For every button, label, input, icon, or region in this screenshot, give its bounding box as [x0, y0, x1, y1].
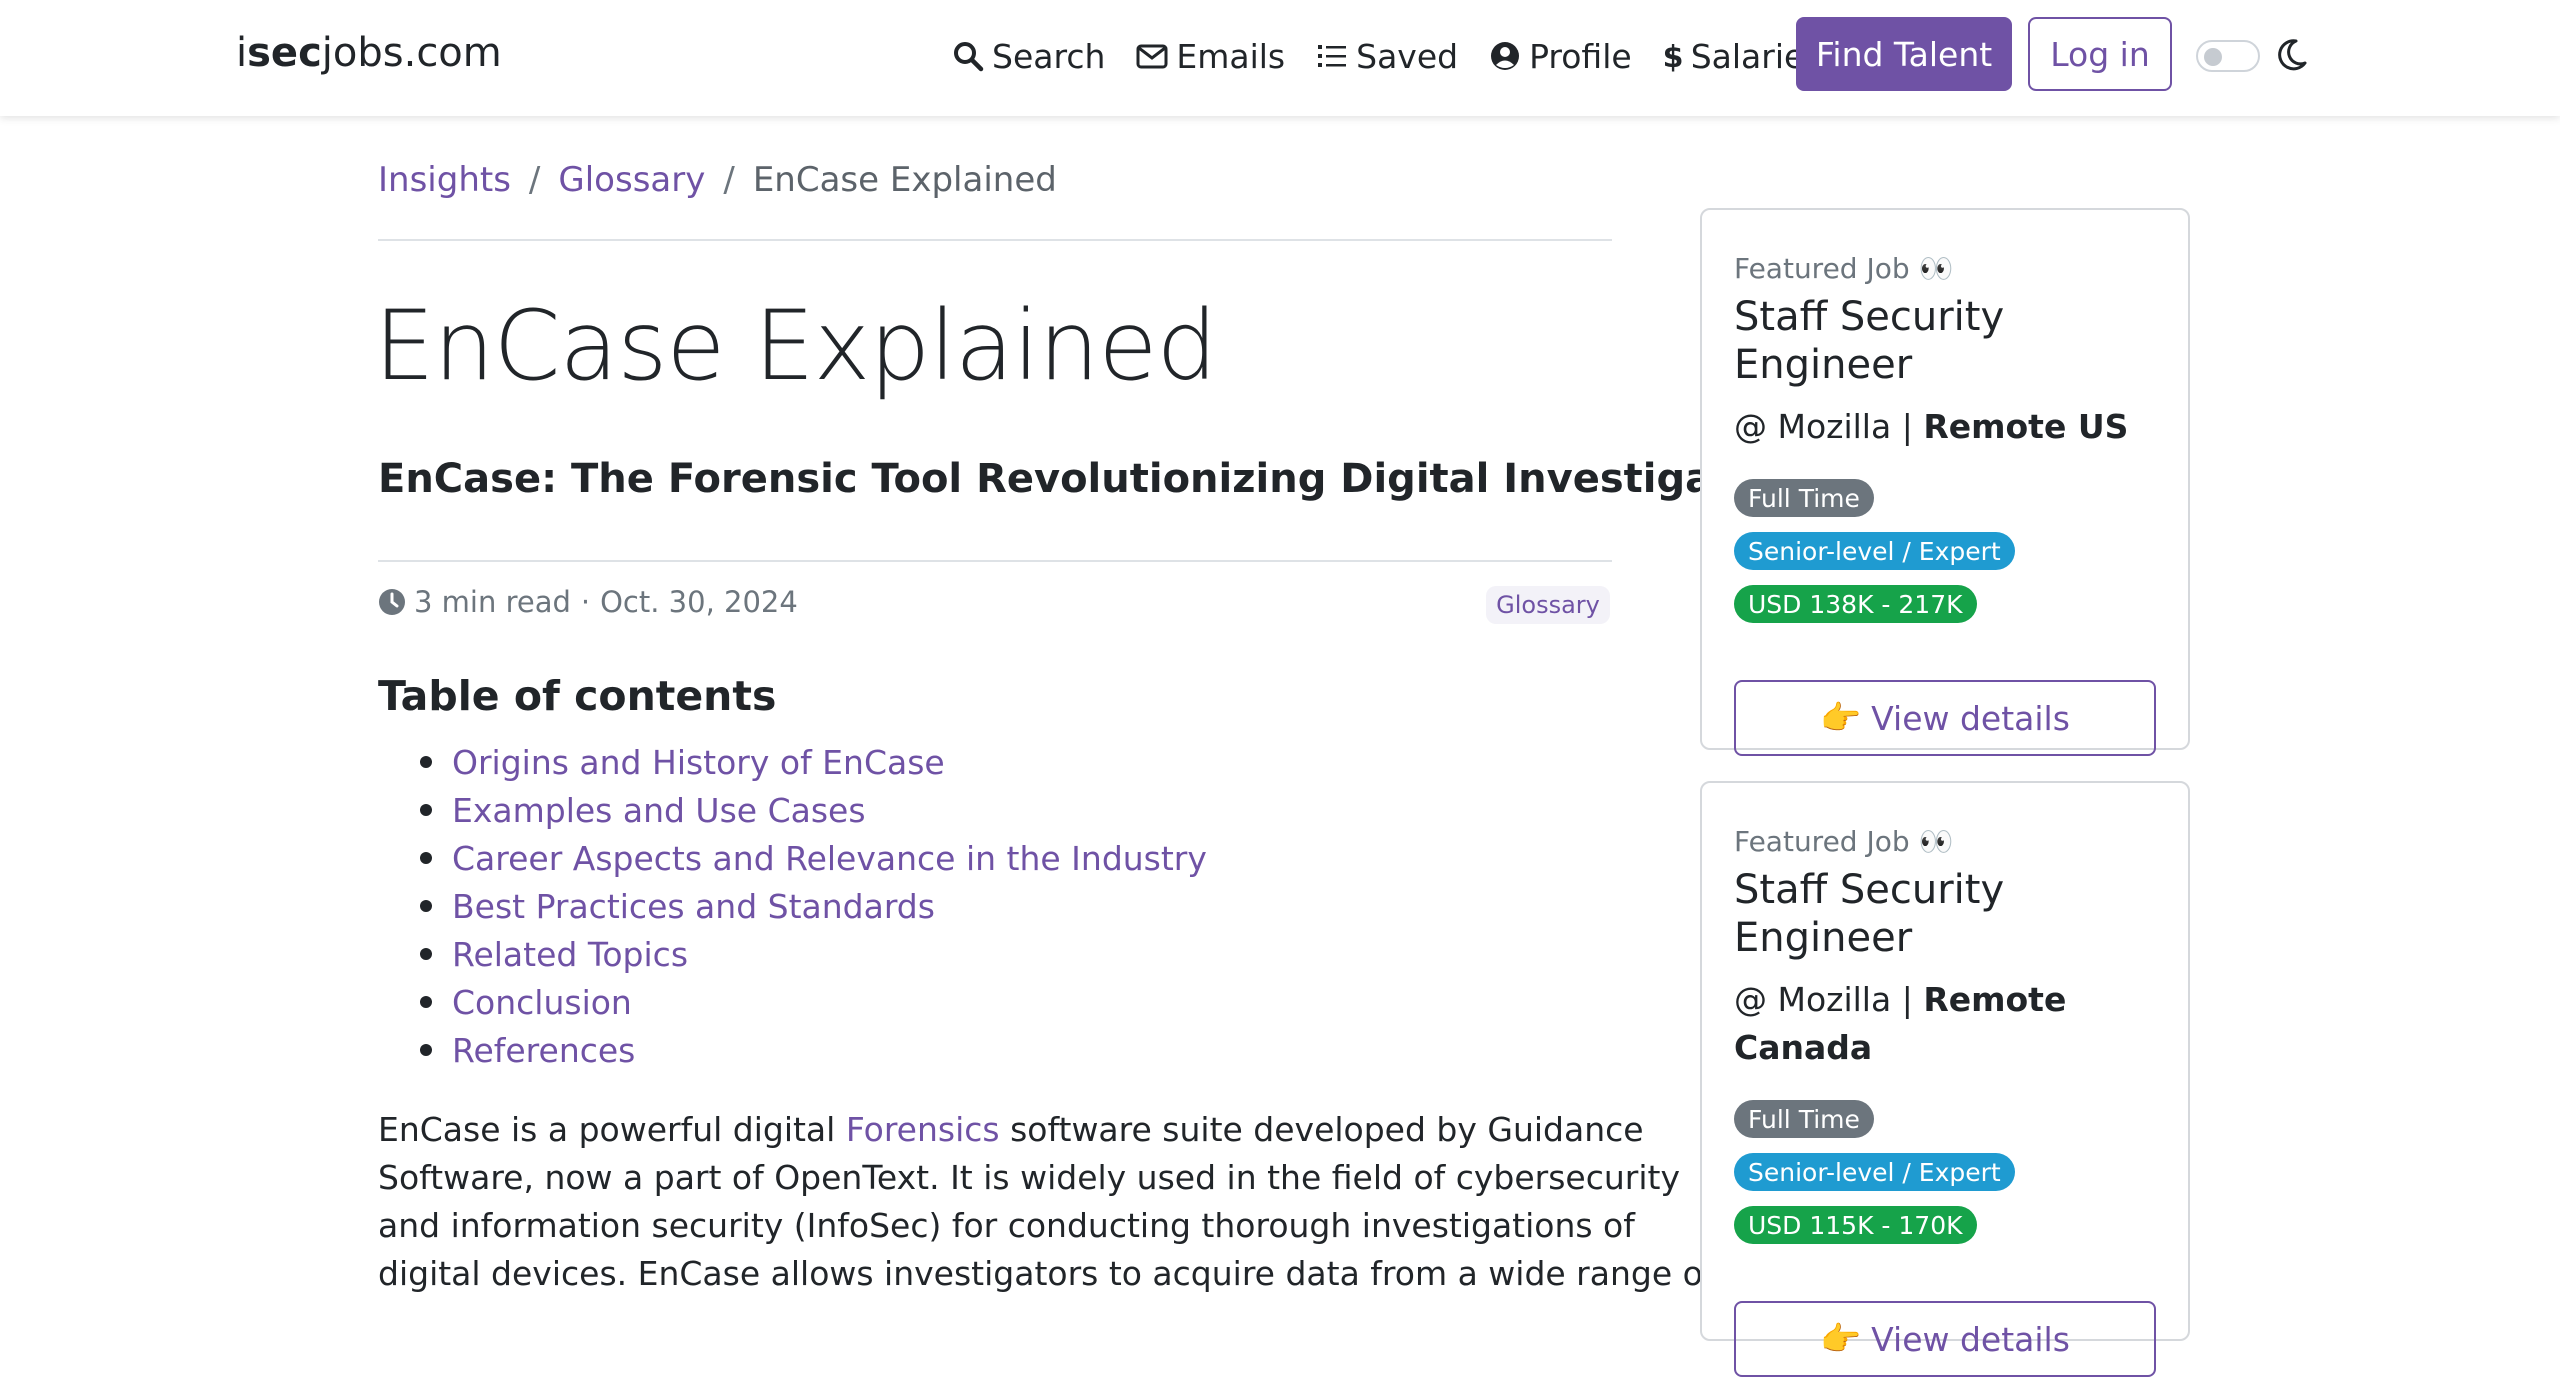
job-title[interactable]: Staff Security Engineer: [1734, 293, 2154, 389]
list-icon: [1318, 45, 1347, 67]
bullet-icon: [420, 1044, 432, 1056]
job-location: Remote US: [1923, 407, 2129, 446]
featured-job-card: Featured Job 👀 Staff Security Engineer @…: [1700, 781, 2190, 1377]
breadcrumb-insights[interactable]: Insights: [378, 160, 511, 200]
theme-toggle[interactable]: [2196, 40, 2260, 72]
company-separator: |: [1901, 407, 1913, 446]
nav-saved[interactable]: Saved: [1316, 37, 1458, 76]
toc-item: References: [378, 1026, 1207, 1074]
envelope-icon: [1136, 44, 1168, 69]
brand-bold: sec: [247, 30, 322, 76]
top-navbar: isecjobs.com Search Emails Saved Profile…: [0, 0, 2560, 116]
featured-label: Featured Job 👀: [1734, 252, 1954, 285]
body-line: Software, now a part of OpenText. It is …: [378, 1158, 1680, 1197]
toc-item: Conclusion: [378, 978, 1207, 1026]
toc-link[interactable]: Related Topics: [452, 935, 688, 974]
breadcrumb-separator: /: [528, 160, 541, 200]
body-line: and information security (InfoSec) for c…: [378, 1206, 1635, 1245]
page-title: EnCase Explained: [374, 290, 1217, 402]
nav-search[interactable]: Search: [952, 37, 1105, 76]
featured-label: Featured Job 👀: [1734, 825, 1954, 858]
toc-link[interactable]: Best Practices and Standards: [452, 887, 935, 926]
view-details-label: View details: [1871, 1319, 2070, 1359]
toc-link[interactable]: Examples and Use Cases: [452, 791, 866, 830]
job-title[interactable]: Staff Security Engineer: [1734, 866, 2154, 962]
divider: [378, 560, 1612, 562]
body-text: EnCase is a powerful digital: [378, 1110, 846, 1149]
seniority-badge: Senior-level / Expert: [1734, 532, 2015, 570]
bullet-icon: [420, 948, 432, 960]
employment-type-badge: Full Time: [1734, 479, 1874, 517]
toc-item: Origins and History of EnCase: [378, 738, 1207, 786]
page-subtitle: EnCase: The Forensic Tool Revolutionizin…: [378, 456, 1825, 502]
forensics-link[interactable]: Forensics: [846, 1110, 1000, 1149]
category-tag[interactable]: Glossary: [1486, 586, 1610, 624]
seniority-badge: Senior-level / Expert: [1734, 1153, 2015, 1191]
featured-job-card: Featured Job 👀 Staff Security Engineer @…: [1700, 208, 2190, 756]
article-meta: 3 min read · Oct. 30, 2024: [378, 585, 798, 619]
breadcrumb-glossary[interactable]: Glossary: [558, 160, 705, 200]
brand-logo[interactable]: isecjobs.com: [236, 30, 502, 76]
find-talent-button[interactable]: Find Talent: [1796, 17, 2012, 91]
nav-saved-label: Saved: [1356, 36, 1459, 76]
meta-separator: ·: [580, 585, 591, 619]
view-details-button[interactable]: 👉 View details: [1734, 1301, 2156, 1377]
login-button[interactable]: Log in: [2028, 17, 2172, 91]
main-nav: Search Emails Saved Profile $ Salaries: [952, 28, 1852, 84]
toc-item: Career Aspects and Relevance in the Indu…: [378, 834, 1207, 882]
job-badges: Full Time Senior-level / Expert USD 138K…: [1734, 479, 2154, 638]
body-line: digital devices. EnCase allows investiga…: [378, 1254, 1715, 1293]
user-circle-icon: [1491, 42, 1520, 70]
nav-profile-label: Profile: [1529, 36, 1632, 76]
toc-link[interactable]: Conclusion: [452, 983, 632, 1022]
toc-link[interactable]: Origins and History of EnCase: [452, 743, 945, 782]
svg-text:$: $: [1663, 40, 1683, 72]
toc-item: Related Topics: [378, 930, 1207, 978]
bullet-icon: [420, 804, 432, 816]
company-name: @ Mozilla: [1734, 980, 1892, 1019]
dollar-icon: $: [1663, 40, 1683, 72]
view-details-button[interactable]: 👉 View details: [1734, 680, 2156, 756]
salary-badge: USD 115K - 170K: [1734, 1206, 1977, 1244]
article-body: EnCase is a powerful digital Forensics s…: [378, 1106, 1715, 1298]
breadcrumb-current: EnCase Explained: [752, 160, 1057, 200]
body-text: software suite developed by Guidance: [999, 1110, 1644, 1149]
company-name: @ Mozilla: [1734, 407, 1892, 446]
breadcrumb-separator: /: [723, 160, 735, 200]
job-company: @ Mozilla | Remote Canada: [1734, 976, 2154, 1072]
job-badges: Full Time Senior-level / Expert USD 115K…: [1734, 1100, 2154, 1259]
bullet-icon: [420, 852, 432, 864]
toc-link[interactable]: References: [452, 1031, 635, 1070]
clock-icon: [379, 589, 405, 615]
view-details-label: View details: [1871, 698, 2070, 738]
pointing-hand-icon: 👉: [1820, 698, 1862, 737]
company-separator: |: [1901, 980, 1913, 1019]
nav-profile[interactable]: Profile: [1489, 37, 1632, 76]
nav-emails[interactable]: Emails: [1136, 37, 1285, 76]
toc-title: Table of contents: [378, 672, 777, 720]
body-line: EnCase is a powerful digital Forensics s…: [378, 1106, 1644, 1154]
nav-search-label: Search: [992, 36, 1106, 76]
bullet-icon: [420, 996, 432, 1008]
moon-icon[interactable]: [2272, 36, 2310, 74]
employment-type-badge: Full Time: [1734, 1100, 1874, 1138]
breadcrumb: Insights / Glossary / EnCase Explained: [378, 160, 1057, 200]
read-time: 3 min read: [414, 585, 571, 619]
bullet-icon: [420, 756, 432, 768]
divider: [378, 239, 1612, 241]
nav-emails-label: Emails: [1176, 36, 1286, 76]
brand-prefix: i: [236, 30, 248, 76]
toc-item: Best Practices and Standards: [378, 882, 1207, 930]
brand-suffix: jobs.com: [321, 30, 502, 76]
search-icon: [954, 42, 984, 72]
publish-date: Oct. 30, 2024: [600, 585, 798, 619]
pointing-hand-icon: 👉: [1820, 1319, 1862, 1358]
salary-badge: USD 138K - 217K: [1734, 585, 1977, 623]
table-of-contents: Origins and History of EnCase Examples a…: [378, 738, 1207, 1074]
bullet-icon: [420, 900, 432, 912]
job-company: @ Mozilla | Remote US: [1734, 403, 2154, 451]
toc-link[interactable]: Career Aspects and Relevance in the Indu…: [452, 839, 1207, 878]
toc-item: Examples and Use Cases: [378, 786, 1207, 834]
